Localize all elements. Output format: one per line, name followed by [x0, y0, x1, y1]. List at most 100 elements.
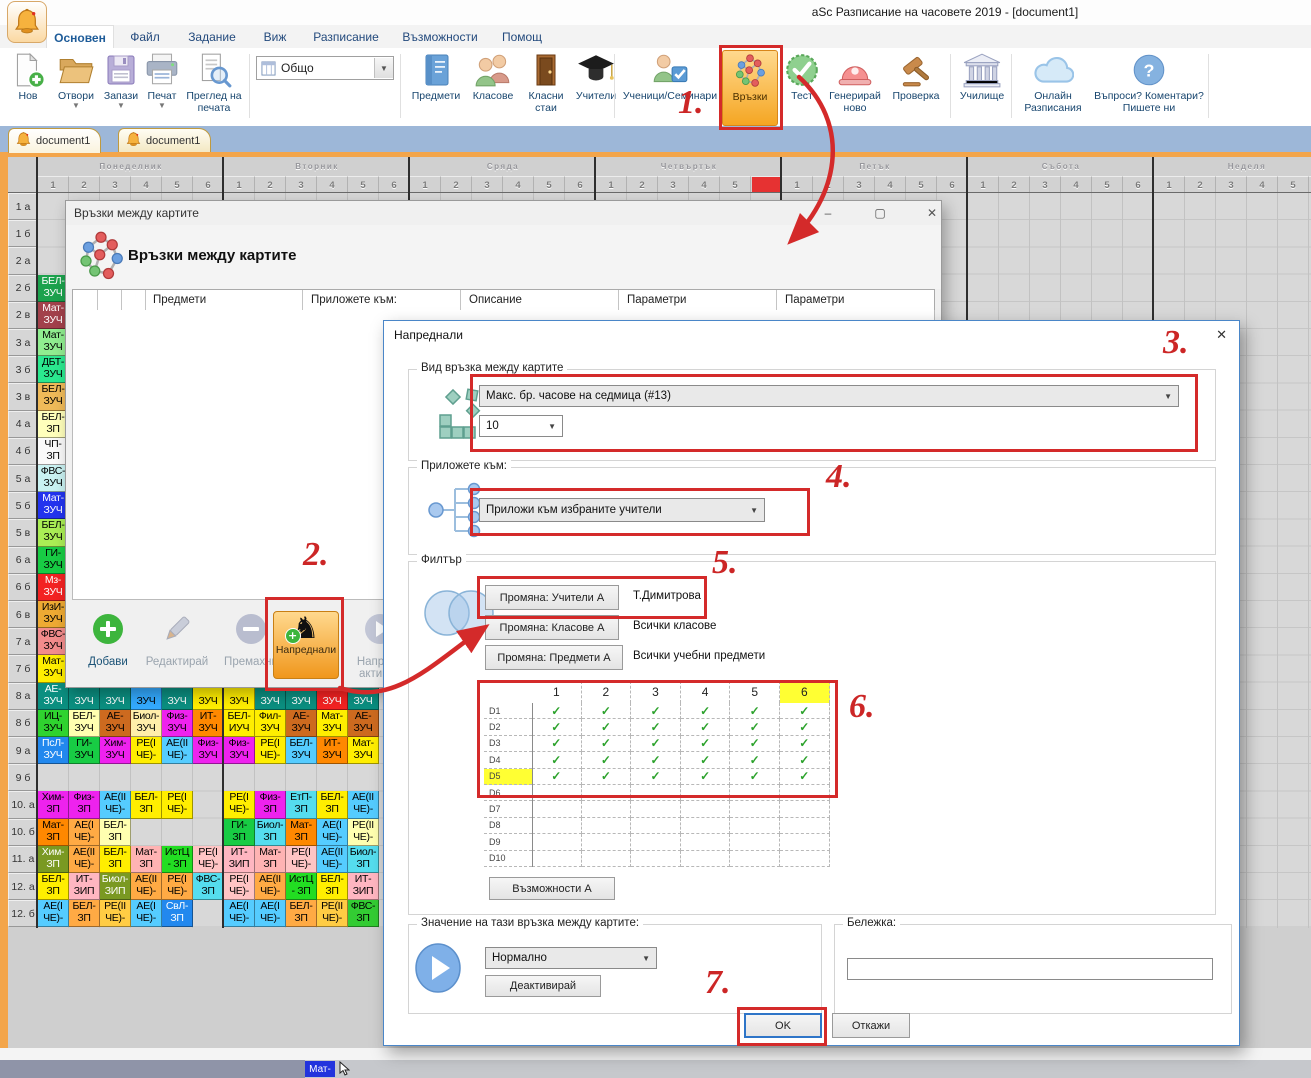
grid-cell-D3-5[interactable]: ✓ — [730, 736, 780, 752]
row-label[interactable]: 6 а — [8, 547, 38, 574]
timetable-card[interactable]: ИТ-ЗУЧ — [317, 737, 348, 764]
grid-cell-D6-2[interactable] — [582, 785, 632, 801]
grid-cell-D1-5[interactable]: ✓ — [730, 703, 780, 719]
ok-button[interactable]: OK — [744, 1013, 822, 1038]
grid-cell-D9-3[interactable] — [631, 834, 681, 850]
row-label[interactable]: 8 а — [8, 683, 38, 710]
timetable-card[interactable]: Фил-ЗУЧ — [255, 710, 286, 737]
save-button[interactable]: Запази▼ — [100, 50, 142, 124]
change-subjects-button[interactable]: Промяна: Предмети А — [485, 645, 623, 670]
school-button[interactable]: Училище — [955, 50, 1009, 124]
timetable-card[interactable]: Физ-ЗУЧ — [193, 737, 224, 764]
timetable-card[interactable]: Хим-ЗП — [38, 791, 69, 818]
row-label[interactable]: 9 б — [8, 764, 38, 791]
timetable-card[interactable]: БЕЛ-ИУЧ — [224, 710, 255, 737]
grid-cell-D4-1[interactable]: ✓ — [532, 752, 582, 768]
timetable-card[interactable]: Биол-ЗИП — [100, 873, 131, 900]
dropdown-arrow-icon[interactable]: ▼ — [158, 102, 166, 110]
timetable-card[interactable]: Физ-ЗП — [255, 791, 286, 818]
grid-cell-D10-1[interactable] — [532, 851, 582, 867]
row-label[interactable]: 2 в — [8, 302, 38, 329]
row-label[interactable]: 3 б — [8, 356, 38, 383]
dropdown-arrow-icon[interactable]: ▼ — [117, 102, 125, 110]
timetable-card[interactable]: АЕ-ЗУЧ — [286, 710, 317, 737]
grid-cell-D6-4[interactable] — [681, 785, 731, 801]
row-label[interactable]: 10. а — [8, 791, 38, 818]
classrooms-button[interactable]: Класни стаи — [521, 50, 571, 124]
timetable-card[interactable]: Мат-ЗП — [131, 846, 162, 873]
grid-cell-D8-2[interactable] — [582, 818, 632, 834]
timetable-card[interactable]: АЕ-ЗУЧ — [100, 710, 131, 737]
relationship-type-select[interactable]: Макс. бр. часове на седмица (#13)▼ — [479, 385, 1179, 407]
ribbon-tab-timetable[interactable]: Разписание — [304, 25, 388, 48]
subjects-button[interactable]: Предмети — [407, 50, 465, 124]
grid-cell-D4-3[interactable]: ✓ — [631, 752, 681, 768]
grid-cell-D10-3[interactable] — [631, 851, 681, 867]
change-teachers-button[interactable]: Промяна: Учители А — [485, 585, 619, 610]
row-label[interactable]: 12. б — [8, 900, 38, 927]
timetable-card[interactable]: РЕ(IЧЕ)- — [224, 873, 255, 900]
timetable-card[interactable]: Мат-ЗУЧ — [348, 737, 379, 764]
dropdown-arrow-icon[interactable]: ▼ — [72, 102, 80, 110]
grid-cell-D8-5[interactable] — [730, 818, 780, 834]
grid-cell-D4-4[interactable]: ✓ — [681, 752, 731, 768]
document-tab-2[interactable]: document1 — [118, 128, 211, 153]
grid-cell-D8-1[interactable] — [532, 818, 582, 834]
row-label[interactable]: 9 а — [8, 737, 38, 764]
grid-cell-D8-4[interactable] — [681, 818, 731, 834]
timetable-card[interactable]: ИЦ-ЗУЧ — [38, 710, 69, 737]
classes-button[interactable]: Класове — [465, 50, 521, 124]
grid-cell-D8-6[interactable] — [780, 818, 830, 834]
timetable-card[interactable]: БЕЛ-ЗП — [69, 900, 100, 927]
timetable-card[interactable]: БЕЛ-ЗП — [317, 873, 348, 900]
close-icon[interactable]: ✕ — [915, 201, 949, 225]
students-seminars-button[interactable]: Ученици/Семинари — [620, 50, 720, 124]
timetable-card[interactable]: БЕЛ-ЗУЧ — [69, 710, 100, 737]
timetable-card[interactable]: РЕ(IЧЕ)- — [162, 873, 193, 900]
timetable-card[interactable]: Биол-ЗП — [255, 819, 286, 846]
timetable-card[interactable]: РЕ(IЧЕ)- — [255, 737, 286, 764]
grid-cell-D1-3[interactable]: ✓ — [631, 703, 681, 719]
timetable-card[interactable]: РЕ(IIЧЕ)- — [100, 900, 131, 927]
row-label[interactable]: 7 а — [8, 628, 38, 655]
ribbon-tab-assignment[interactable]: Задание — [178, 25, 246, 48]
grid-cell-D5-2[interactable]: ✓ — [582, 769, 632, 785]
grid-cell-D7-3[interactable] — [631, 801, 681, 817]
maximize-icon[interactable]: ▢ — [863, 201, 897, 225]
grid-cell-D3-1[interactable]: ✓ — [532, 736, 582, 752]
test-button[interactable]: Тест — [781, 50, 823, 124]
grid-cell-D4-2[interactable]: ✓ — [582, 752, 632, 768]
online-timetables-button[interactable]: Онлайн Разписания — [1015, 50, 1091, 124]
row-label[interactable]: 1 а — [8, 193, 38, 220]
questions-button[interactable]: ?Въпроси? Коментари? Пишете ни — [1093, 50, 1205, 124]
cancel-button[interactable]: Откажи — [832, 1013, 910, 1038]
grid-cell-D1-4[interactable]: ✓ — [681, 703, 731, 719]
ribbon-tab-view[interactable]: Виж — [252, 25, 298, 48]
timetable-card[interactable]: Мат-ЗУЧ — [317, 710, 348, 737]
row-label[interactable]: 6 б — [8, 574, 38, 601]
grid-cell-D6-6[interactable] — [780, 785, 830, 801]
meaning-select[interactable]: Нормално▼ — [485, 947, 657, 969]
grid-cell-D2-1[interactable]: ✓ — [532, 719, 582, 735]
timetable-card[interactable]: БЕЛ-ЗП — [100, 846, 131, 873]
timetable-card[interactable]: АЕ(IIЧЕ)- — [255, 873, 286, 900]
grid-cell-D1-1[interactable]: ✓ — [532, 703, 582, 719]
row-label[interactable]: 6 в — [8, 601, 38, 628]
grid-cell-D6-1[interactable] — [532, 785, 582, 801]
timetable-card[interactable]: БЕЛ-ЗП — [131, 791, 162, 818]
grid-cell-D2-5[interactable]: ✓ — [730, 719, 780, 735]
ribbon-tab-help[interactable]: Помощ — [492, 25, 552, 48]
grid-cell-D3-6[interactable]: ✓ — [780, 736, 830, 752]
grid-cell-D6-5[interactable] — [730, 785, 780, 801]
grid-cell-D10-2[interactable] — [582, 851, 632, 867]
timetable-card[interactable]: ИТ-ЗУЧ — [193, 710, 224, 737]
timetable-card[interactable]: Мат-ЗП — [286, 819, 317, 846]
grid-cell-D2-2[interactable]: ✓ — [582, 719, 632, 735]
edit-button[interactable]: Редактирай — [140, 611, 214, 668]
row-label[interactable]: 4 а — [8, 411, 38, 438]
timetable-card[interactable]: ФВС-ЗП — [348, 900, 379, 927]
grid-cell-D5-6[interactable]: ✓ — [780, 769, 830, 785]
print-preview-button[interactable]: Преглед на печата — [182, 50, 246, 124]
generate-new-button[interactable]: Генерирай ново — [824, 50, 886, 124]
links-button[interactable]: Връзки — [722, 50, 778, 126]
